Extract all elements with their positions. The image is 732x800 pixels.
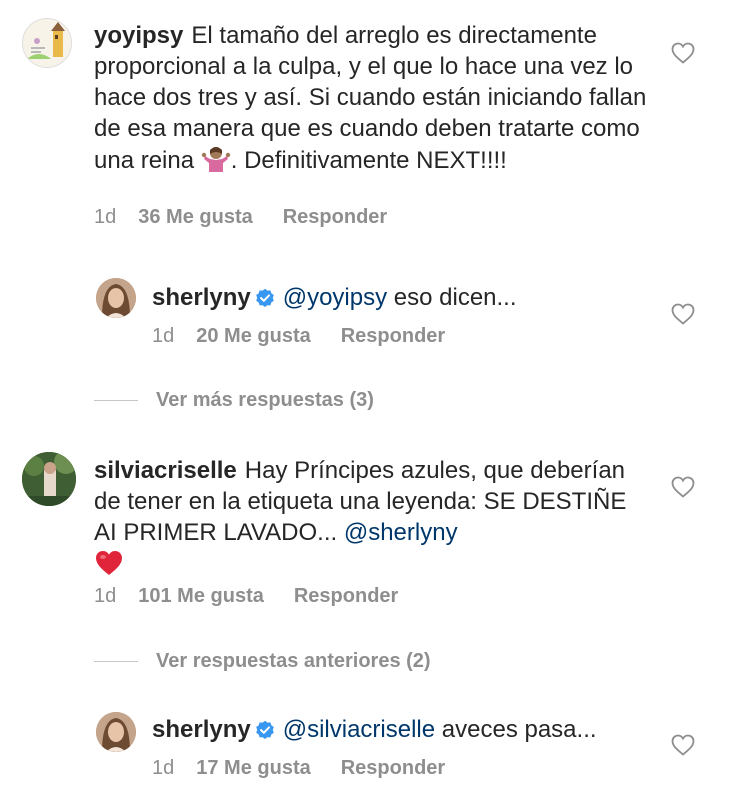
like-heart-icon[interactable]: [671, 476, 695, 498]
avatar-illustration: [23, 19, 71, 67]
avatar-photo: [96, 712, 136, 752]
like-heart-icon[interactable]: [671, 734, 695, 756]
red-heart-emoji-icon: [94, 549, 124, 585]
divider-line: [94, 400, 138, 401]
reply-text: aveces pasa...: [435, 716, 597, 743]
comment-username[interactable]: silviacriselle: [94, 457, 237, 484]
comment-likes[interactable]: 36 Me gusta: [138, 206, 252, 229]
view-more-replies-button[interactable]: Ver más respuestas (3): [94, 389, 374, 412]
comment-username[interactable]: sherlyny: [152, 716, 251, 743]
reply-body: sherlyny @yoyipsy eso dicen...: [152, 282, 652, 313]
view-previous-replies-button[interactable]: Ver respuestas anteriores (2): [94, 650, 431, 673]
avatar[interactable]: [22, 452, 76, 506]
comment-body: silviacriselle Hay Príncipes azules, que …: [94, 455, 654, 585]
comment-time: 1d: [152, 325, 175, 347]
comment-username[interactable]: yoyipsy: [94, 22, 183, 49]
comment-time: 1d: [94, 206, 117, 228]
reply-text: eso dicen...: [387, 284, 517, 311]
avatar-photo: [22, 452, 76, 506]
comment-likes[interactable]: 20 Me gusta: [196, 325, 310, 348]
reply-meta: 1d 17 Me gusta Responder: [152, 757, 445, 780]
view-more-replies-label: Ver más respuestas (3): [156, 389, 374, 411]
avatar[interactable]: [96, 712, 136, 752]
reply-button[interactable]: Responder: [283, 206, 387, 229]
avatar[interactable]: [96, 278, 136, 318]
comment-time: 1d: [94, 585, 117, 607]
avatar[interactable]: [22, 18, 72, 68]
comment-meta: 1d 101 Me gusta Responder: [94, 585, 398, 608]
reply-meta: 1d 20 Me gusta Responder: [152, 325, 445, 348]
mention-link[interactable]: @yoyipsy: [283, 284, 387, 311]
mention-link[interactable]: @sherlyny: [344, 519, 458, 546]
view-previous-replies-label: Ver respuestas anteriores (2): [156, 650, 431, 672]
comment-body: yoyipsy El tamaño del arreglo es directam…: [94, 20, 654, 180]
verified-badge-icon: [255, 288, 274, 307]
reply-button[interactable]: Responder: [341, 757, 445, 780]
comment-username[interactable]: sherlyny: [152, 284, 251, 311]
divider-line: [94, 661, 138, 662]
comment-text-end: . Definitivamente NEXT!!!!: [230, 147, 507, 174]
reply-button[interactable]: Responder: [341, 325, 445, 348]
avatar-photo: [96, 278, 136, 318]
comment-likes[interactable]: 17 Me gusta: [196, 757, 310, 780]
reply-button[interactable]: Responder: [294, 585, 398, 608]
like-heart-icon[interactable]: [671, 42, 695, 64]
mention-link[interactable]: @silviacriselle: [283, 716, 435, 743]
verified-badge-icon: [255, 720, 274, 739]
shrug-emoji-icon: [201, 144, 231, 180]
reply-body: sherlyny @silviacriselle aveces pasa...: [152, 714, 652, 745]
comment-time: 1d: [152, 757, 175, 779]
comment-meta: 1d 36 Me gusta Responder: [94, 206, 387, 229]
comment-likes[interactable]: 101 Me gusta: [138, 585, 264, 608]
like-heart-icon[interactable]: [671, 303, 695, 325]
